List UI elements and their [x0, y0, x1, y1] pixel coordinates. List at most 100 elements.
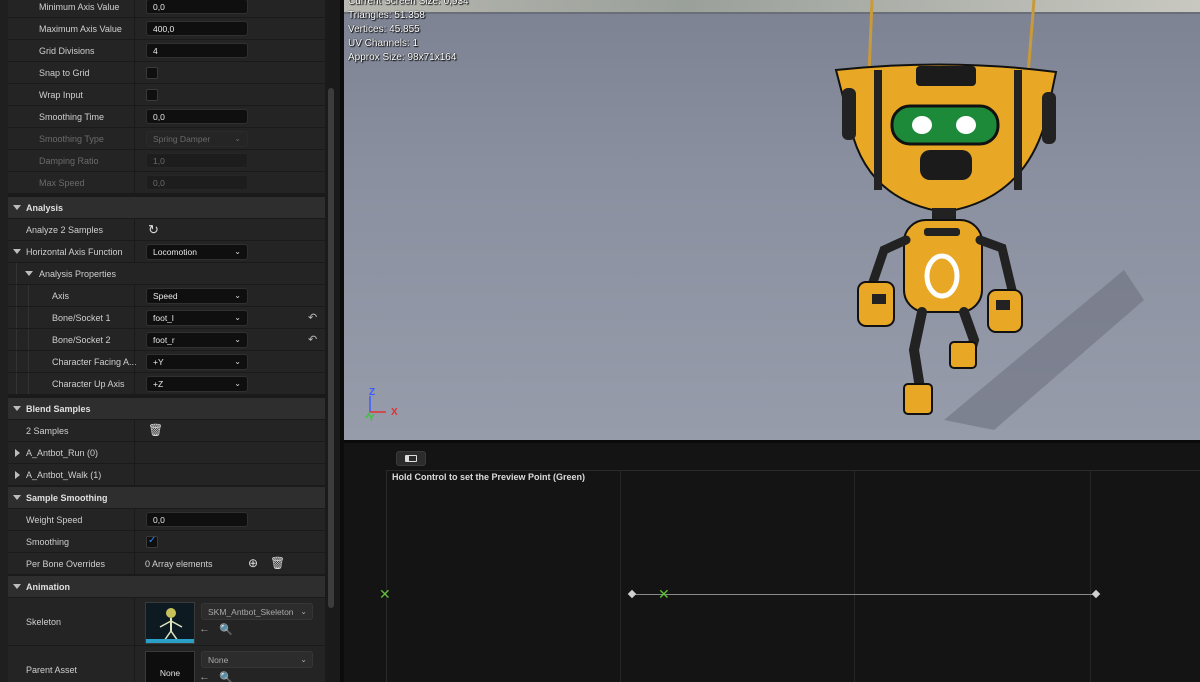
refresh-icon[interactable]: ↻: [148, 222, 159, 238]
row-per-bone-overrides: Per Bone Overrides 0 Array elements ⊕ 🗑: [8, 553, 325, 575]
category-blend-samples[interactable]: Blend Samples: [8, 398, 325, 420]
row-bone-socket-2: Bone/Socket 2 foot_r ⌄ ↶: [8, 329, 325, 351]
row-parent-asset: Parent Asset None None ⌄ ← 🔍: [8, 646, 325, 682]
column-separator: [134, 553, 135, 574]
max-speed-input: 0,0: [146, 175, 248, 190]
wrap-input-checkbox[interactable]: [146, 89, 158, 101]
row-horizontal-axis-function: Horizontal Axis Function Locomotion ⌄: [8, 241, 325, 263]
smoothing-checkbox[interactable]: [146, 535, 158, 548]
axis-dropdown[interactable]: Speed ⌄: [146, 288, 248, 304]
expand-arrow-icon[interactable]: [15, 449, 20, 457]
preview-point-marker[interactable]: ✕: [658, 587, 670, 601]
expand-arrow-icon[interactable]: [13, 249, 21, 254]
dropdown-value: None: [208, 655, 229, 665]
property-label: Max Speed: [39, 178, 85, 188]
grid-line: [854, 470, 855, 682]
column-separator: [134, 464, 135, 485]
row-bone-socket-1: Bone/Socket 1 foot_l ⌄ ↶: [8, 307, 325, 329]
reset-to-default-icon[interactable]: ↶: [308, 311, 317, 324]
category-analysis[interactable]: Analysis: [8, 197, 325, 219]
browse-asset-icon[interactable]: 🔍: [219, 623, 233, 636]
maximum-axis-value-input[interactable]: 400,0: [146, 21, 248, 36]
category-title: Animation: [26, 582, 70, 592]
column-separator: [134, 531, 135, 552]
smoothing-time-input[interactable]: 0,0: [146, 109, 248, 124]
property-label: Wrap Input: [39, 90, 83, 100]
property-label: Snap to Grid: [39, 68, 90, 78]
horizontal-axis-function-dropdown[interactable]: Locomotion ⌄: [146, 244, 248, 260]
indent-guide: [28, 307, 29, 328]
toggle-sidebar-button[interactable]: [396, 451, 426, 466]
use-selected-asset-icon[interactable]: ←: [199, 623, 210, 635]
browse-asset-icon[interactable]: 🔍: [219, 671, 233, 682]
property-label: Character Facing A...: [52, 357, 137, 367]
row-axis: Axis Speed ⌄: [8, 285, 325, 307]
expand-arrow-icon[interactable]: [13, 584, 21, 589]
row-damping-ratio: Damping Ratio 1,0: [8, 150, 325, 172]
character-facing-axis-dropdown[interactable]: +Y ⌄: [146, 354, 248, 370]
indent-guide: [16, 351, 17, 372]
dropdown-value: foot_l: [153, 313, 174, 323]
category-animation[interactable]: Animation: [8, 576, 325, 598]
reset-to-default-icon[interactable]: ↶: [308, 333, 317, 346]
stat-uv-channels: UV Channels: 1: [348, 38, 419, 49]
use-selected-asset-icon[interactable]: ←: [199, 671, 210, 682]
property-label: Minimum Axis Value: [39, 2, 120, 12]
bone-socket-1-dropdown[interactable]: foot_l ⌄: [146, 310, 248, 326]
grid-line: [1090, 470, 1091, 682]
expand-arrow-icon[interactable]: [25, 271, 33, 276]
category-sample-smoothing[interactable]: Sample Smoothing: [8, 487, 325, 509]
column-separator: [134, 128, 135, 149]
row-sample-walk[interactable]: A_Antbot_Walk (1): [8, 464, 325, 486]
property-label: A_Antbot_Walk (1): [26, 470, 102, 480]
expand-arrow-icon[interactable]: [13, 495, 21, 500]
skeleton-thumbnail[interactable]: [145, 602, 195, 644]
indent-guide: [16, 373, 17, 394]
row-samples-count: 2 Samples 🗑: [8, 420, 325, 442]
character-up-axis-dropdown[interactable]: +Z ⌄: [146, 376, 248, 392]
chevron-down-icon: ⌄: [300, 607, 307, 616]
row-smoothing-time: Smoothing Time 0,0: [8, 106, 325, 128]
expand-arrow-icon[interactable]: [15, 471, 20, 479]
row-weight-speed: Weight Speed 0,0: [8, 509, 325, 531]
trash-icon[interactable]: 🗑: [148, 423, 163, 437]
viewport-stats-overlay: Current Screen Size: 0,934 Triangles: 51…: [348, 0, 469, 65]
indent-guide: [28, 351, 29, 372]
graph-top-border: [344, 440, 1200, 443]
dropdown-value: Speed: [153, 291, 178, 301]
row-snap-to-grid: Snap to Grid: [8, 62, 325, 84]
indent-guide: [16, 285, 17, 306]
column-separator: [134, 62, 135, 83]
grid-divisions-input[interactable]: 4: [146, 43, 248, 58]
trash-icon[interactable]: 🗑: [270, 556, 285, 570]
row-analysis-properties[interactable]: Analysis Properties: [8, 263, 325, 285]
blend-space-editor[interactable]: Hold Control to set the Preview Point (G…: [344, 440, 1200, 682]
preview-point-marker[interactable]: ✕: [379, 587, 391, 601]
weight-speed-input[interactable]: 0,0: [146, 512, 248, 527]
add-element-icon[interactable]: ⊕: [248, 556, 258, 570]
parent-asset-thumbnail[interactable]: None: [145, 651, 195, 682]
property-label: Smoothing: [26, 537, 70, 547]
row-maximum-axis-value: Maximum Axis Value 400,0: [8, 18, 325, 40]
row-smoothing-type: Smoothing Type Spring Damper ⌄: [8, 128, 325, 150]
skeleton-asset-dropdown[interactable]: SKM_Antbot_Skeleton ⌄: [201, 603, 313, 620]
bone-socket-2-dropdown[interactable]: foot_r ⌄: [146, 332, 248, 348]
parent-asset-dropdown[interactable]: None ⌄: [201, 651, 313, 668]
row-sample-run[interactable]: A_Antbot_Run (0): [8, 442, 325, 464]
indent-guide: [28, 373, 29, 394]
expand-arrow-icon[interactable]: [13, 406, 21, 411]
preview-viewport[interactable]: Current Screen Size: 0,934 Triangles: 51…: [344, 0, 1200, 440]
expand-arrow-icon[interactable]: [13, 205, 21, 210]
column-separator: [134, 598, 135, 645]
snap-to-grid-checkbox[interactable]: [146, 67, 158, 79]
property-label: Skeleton: [26, 617, 62, 627]
details-scrollbar[interactable]: [328, 88, 334, 608]
minimum-axis-value-input[interactable]: 0,0: [146, 0, 248, 14]
stat-approx-size: Approx Size: 98x71x164: [348, 52, 457, 63]
column-separator: [134, 241, 135, 262]
skeleton-asset-icon: [146, 603, 194, 643]
blend-space-grid[interactable]: [386, 470, 1200, 682]
chevron-down-icon: ⌄: [234, 379, 241, 388]
array-elements-count: 0 Array elements: [145, 559, 213, 569]
row-grid-divisions: Grid Divisions 4: [8, 40, 325, 62]
